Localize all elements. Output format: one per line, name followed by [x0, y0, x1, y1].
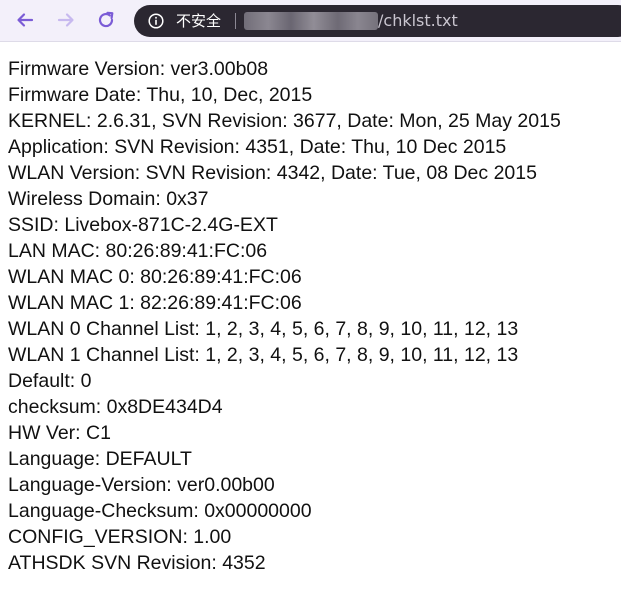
arrow-left-icon: [17, 13, 34, 27]
browser-toolbar: 不安全 /chklst.txt: [0, 0, 621, 42]
url-host-redacted: [244, 12, 378, 30]
text-line: WLAN MAC 1: 82:26:89:41:FC:06: [8, 292, 302, 314]
url-separator: [235, 13, 236, 29]
text-line: Language-Checksum: 0x00000000: [8, 500, 312, 522]
text-line: Language: DEFAULT: [8, 448, 192, 470]
text-line: Wireless Domain: 0x37: [8, 188, 209, 210]
reload-icon: [98, 11, 114, 28]
text-line: KERNEL: 2.6.31, SVN Revision: 3677, Date…: [8, 110, 561, 132]
text-line: WLAN Version: SVN Revision: 4342, Date: …: [8, 162, 537, 184]
text-line: WLAN MAC 0: 80:26:89:41:FC:06: [8, 266, 302, 288]
text-line: ATHSDK SVN Revision: 4352: [8, 552, 266, 574]
reload-button[interactable]: [93, 7, 119, 33]
address-bar[interactable]: 不安全 /chklst.txt: [134, 5, 621, 37]
text-line: Firmware Date: Thu, 10, Dec, 2015: [8, 84, 313, 106]
text-line: SSID: Livebox-871C-2.4G-EXT: [8, 214, 278, 236]
text-line: CONFIG_VERSION: 1.00: [8, 526, 232, 548]
url-path[interactable]: /chklst.txt: [378, 5, 458, 37]
text-line: WLAN 0 Channel List: 1, 2, 3, 4, 5, 6, 7…: [8, 318, 519, 340]
text-line: Language-Version: ver0.00b00: [8, 474, 275, 496]
text-line: Default: 0: [8, 370, 92, 392]
document-body: Firmware Version: ver3.00b08 Firmware Dat…: [8, 56, 621, 576]
forward-button[interactable]: [53, 7, 79, 33]
text-line: Application: SVN Revision: 4351, Date: T…: [8, 136, 507, 158]
text-line: HW Ver: C1: [8, 422, 111, 444]
text-line: LAN MAC: 80:26:89:41:FC:06: [8, 240, 268, 262]
text-line: Firmware Version: ver3.00b08: [8, 58, 269, 80]
back-button[interactable]: [12, 7, 38, 33]
security-status-label[interactable]: 不安全: [176, 5, 221, 37]
text-line: WLAN 1 Channel List: 1, 2, 3, 4, 5, 6, 7…: [8, 344, 519, 366]
text-line: checksum: 0x8DE434D4: [8, 396, 223, 418]
arrow-right-icon: [57, 13, 74, 27]
info-circle-icon[interactable]: [148, 13, 164, 29]
